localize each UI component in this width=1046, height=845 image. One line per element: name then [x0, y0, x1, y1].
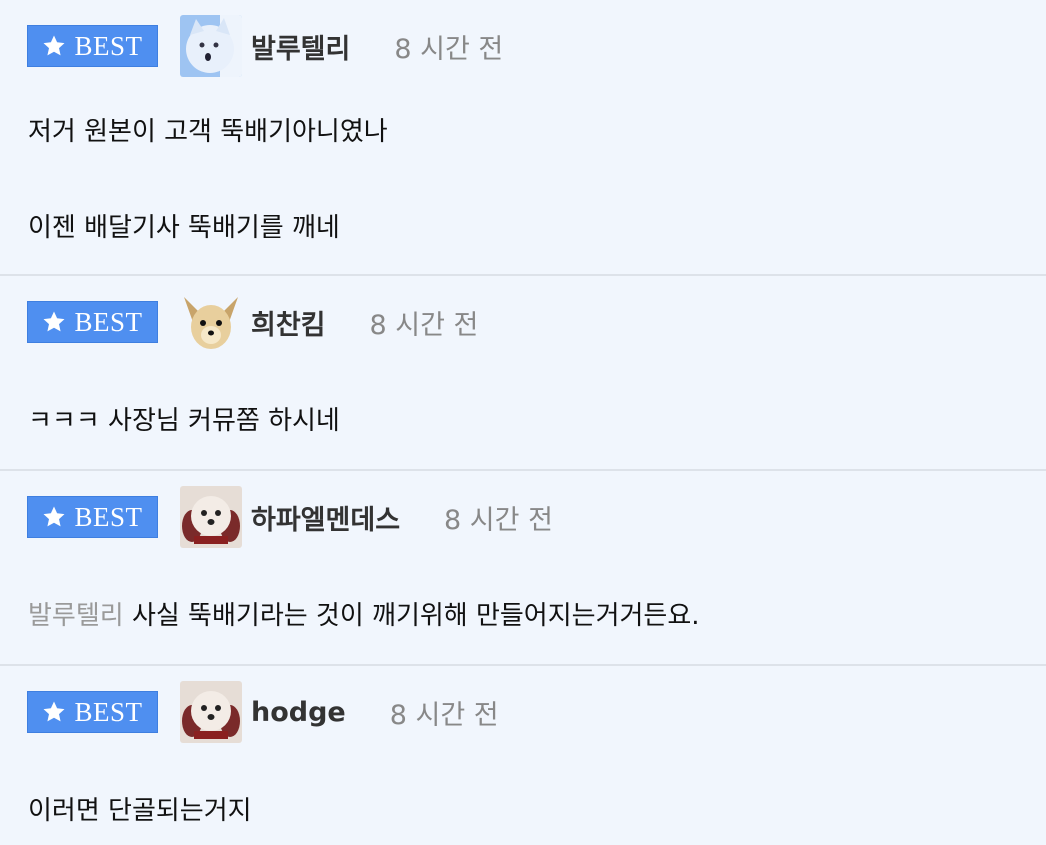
- user-nickname[interactable]: hodge: [251, 697, 346, 728]
- comment-item: BEST hodge 8 시간 전 이러면 단골되는거지: [0, 666, 1046, 845]
- comment-time: 8 시간 전: [394, 33, 504, 65]
- comment-item: BEST 하파엘멘데스 8 시간 전 발루텔리 사실 뚝배기라는 것이 깨기위해…: [0, 471, 1046, 666]
- comment-text-line: ㅋㅋㅋ 사장님 커뮤쫌 하시네: [28, 406, 340, 436]
- best-badge: BEST: [27, 496, 158, 538]
- comment-list: BEST 발루텔리 8 시간 전 저거 원본이 고객 뚝배기아니였나 이젠 배달…: [0, 0, 1046, 845]
- best-badge: BEST: [27, 691, 158, 733]
- star-icon: [43, 506, 65, 527]
- star-icon: [43, 35, 65, 56]
- puppy-avatar-icon: [180, 681, 242, 743]
- comment-time: 8 시간 전: [389, 699, 499, 731]
- best-badge: BEST: [27, 25, 158, 67]
- user-avatar[interactable]: [180, 291, 242, 353]
- comment-text-line: 이러면 단골되는거지: [28, 796, 252, 826]
- comment-item: BEST 발루텔리 8 시간 전 저거 원본이 고객 뚝배기아니였나 이젠 배달…: [0, 0, 1046, 276]
- comment-header: BEST hodge 8 시간 전: [27, 681, 499, 743]
- comment-text: 사실 뚝배기라는 것이 깨기위해 만들어지는거거든요.: [131, 601, 700, 631]
- star-icon: [43, 701, 65, 722]
- comment-text-line: 저거 원본이 고객 뚝배기아니였나: [28, 117, 388, 147]
- best-badge-label: BEST: [74, 696, 143, 727]
- user-avatar[interactable]: [180, 486, 242, 548]
- best-badge: BEST: [27, 301, 158, 343]
- puppy-avatar-icon: [180, 486, 242, 548]
- white-dog-avatar-icon: [180, 15, 242, 77]
- comment-time: 8 시간 전: [369, 309, 479, 341]
- best-badge-label: BEST: [74, 306, 143, 337]
- user-nickname[interactable]: 희찬킴: [251, 303, 326, 342]
- user-nickname[interactable]: 발루텔리: [251, 27, 350, 66]
- best-badge-label: BEST: [74, 30, 143, 61]
- comment-text-line: 이젠 배달기사 뚝배기를 깨네: [28, 213, 340, 243]
- best-badge-label: BEST: [74, 501, 143, 532]
- mention-link[interactable]: 발루텔리: [28, 601, 124, 631]
- user-avatar[interactable]: [180, 681, 242, 743]
- user-avatar[interactable]: [180, 15, 242, 77]
- user-nickname[interactable]: 하파엘멘데스: [251, 498, 400, 537]
- comment-item: BEST 희찬킴 8 시간 전 ㅋㅋㅋ 사장님 커뮤쫌 하시네: [0, 276, 1046, 471]
- star-icon: [43, 311, 65, 332]
- comment-header: BEST 희찬킴 8 시간 전: [27, 291, 478, 353]
- comment-header: BEST 발루텔리 8 시간 전: [27, 15, 503, 77]
- comment-text-line: 발루텔리 사실 뚝배기라는 것이 깨기위해 만들어지는거거든요.: [28, 603, 700, 629]
- comment-time: 8 시간 전: [444, 504, 553, 536]
- fox-dog-avatar-icon: [180, 291, 242, 353]
- comment-header: BEST 하파엘멘데스 8 시간 전: [27, 486, 553, 548]
